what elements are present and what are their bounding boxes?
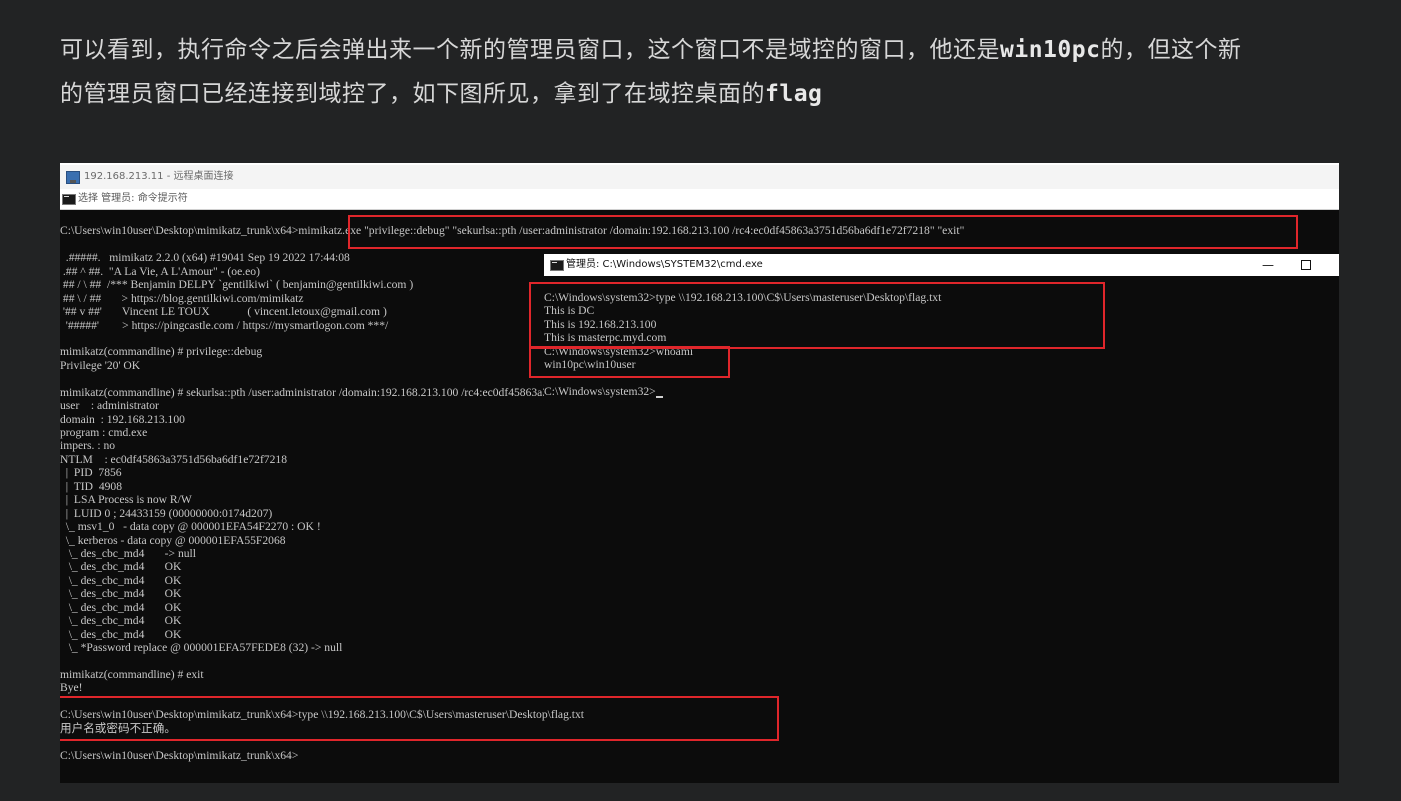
remote-desktop-icon: [66, 171, 80, 184]
article-paragraph: 可以看到，执行命令之后会弹出来一个新的管理员窗口，这个窗口不是域控的窗口，他还是…: [60, 28, 1350, 116]
article-text-1b: 的，但这个新: [1100, 37, 1242, 63]
text-cursor: [655, 395, 663, 398]
article-text-1a: 可以看到，执行命令之后会弹出来一个新的管理员窗口，这个窗口不是域控的窗口，他还是: [60, 37, 1000, 63]
terminal-line: C:\Windows\system32>type \\192.168.213.1…: [544, 291, 942, 304]
rdp-title: 192.168.213.11 - 远程桌面连接: [84, 171, 234, 182]
terminal-line: C:\Users\win10user\Desktop\mimikatz_trun…: [60, 708, 585, 722]
article-line-1: 可以看到，执行命令之后会弹出来一个新的管理员窗口，这个窗口不是域控的窗口，他还是…: [60, 28, 1350, 72]
terminal-line: This is 192.168.213.100: [544, 317, 657, 331]
cmd-icon: [550, 260, 564, 271]
minimize-button[interactable]: —: [1262, 254, 1274, 276]
admin-cmd-window[interactable]: 管理员: C:\Windows\SYSTEM32\cmd.exe — C:\Wi…: [544, 254, 1339, 684]
terminal-line: win10pc\win10user: [544, 358, 636, 372]
terminal-line: This is masterpc.myd.com: [544, 331, 667, 345]
screenshot-image: 192.168.213.11 - 远程桌面连接 选择 管理员: 命令提示符 C:…: [60, 163, 1339, 783]
maximize-button[interactable]: [1301, 260, 1311, 270]
inline-code-flag: flag: [765, 81, 823, 107]
terminal-line: C:\Windows\system32>whoami: [544, 344, 694, 358]
inline-code-hostname: win10pc: [1000, 37, 1101, 63]
terminal-line: C:\Windows\system32>: [544, 385, 1339, 398]
terminal-line: 用户名或密码不正确。: [60, 721, 176, 735]
article-text-2a: 的管理员窗口已经连接到域控了，如下图所见，拿到了在域控桌面的: [60, 81, 765, 107]
admin-window-title: 管理员: C:\Windows\SYSTEM32\cmd.exe: [566, 259, 763, 270]
terminal-line: This is DC: [544, 304, 595, 318]
terminal-line: C:\Users\win10user\Desktop\mimikatz_trun…: [60, 748, 299, 762]
terminal-line: C:\Users\win10user\Desktop\mimikatz_trun…: [60, 224, 965, 238]
admin-terminal-output[interactable]: C:\Windows\system32>type \\192.168.213.1…: [544, 291, 1339, 399]
admin-window-title-bar[interactable]: 管理员: C:\Windows\SYSTEM32\cmd.exe —: [544, 254, 1339, 276]
cmd-title-bar[interactable]: 选择 管理员: 命令提示符: [60, 189, 1339, 210]
article-line-2: 的管理员窗口已经连接到域控了，如下图所见，拿到了在域控桌面的flag: [60, 72, 1350, 116]
cmd-icon: [62, 194, 76, 205]
cmd-title: 选择 管理员: 命令提示符: [78, 193, 188, 204]
rdp-title-bar[interactable]: 192.168.213.11 - 远程桌面连接: [60, 163, 1339, 189]
